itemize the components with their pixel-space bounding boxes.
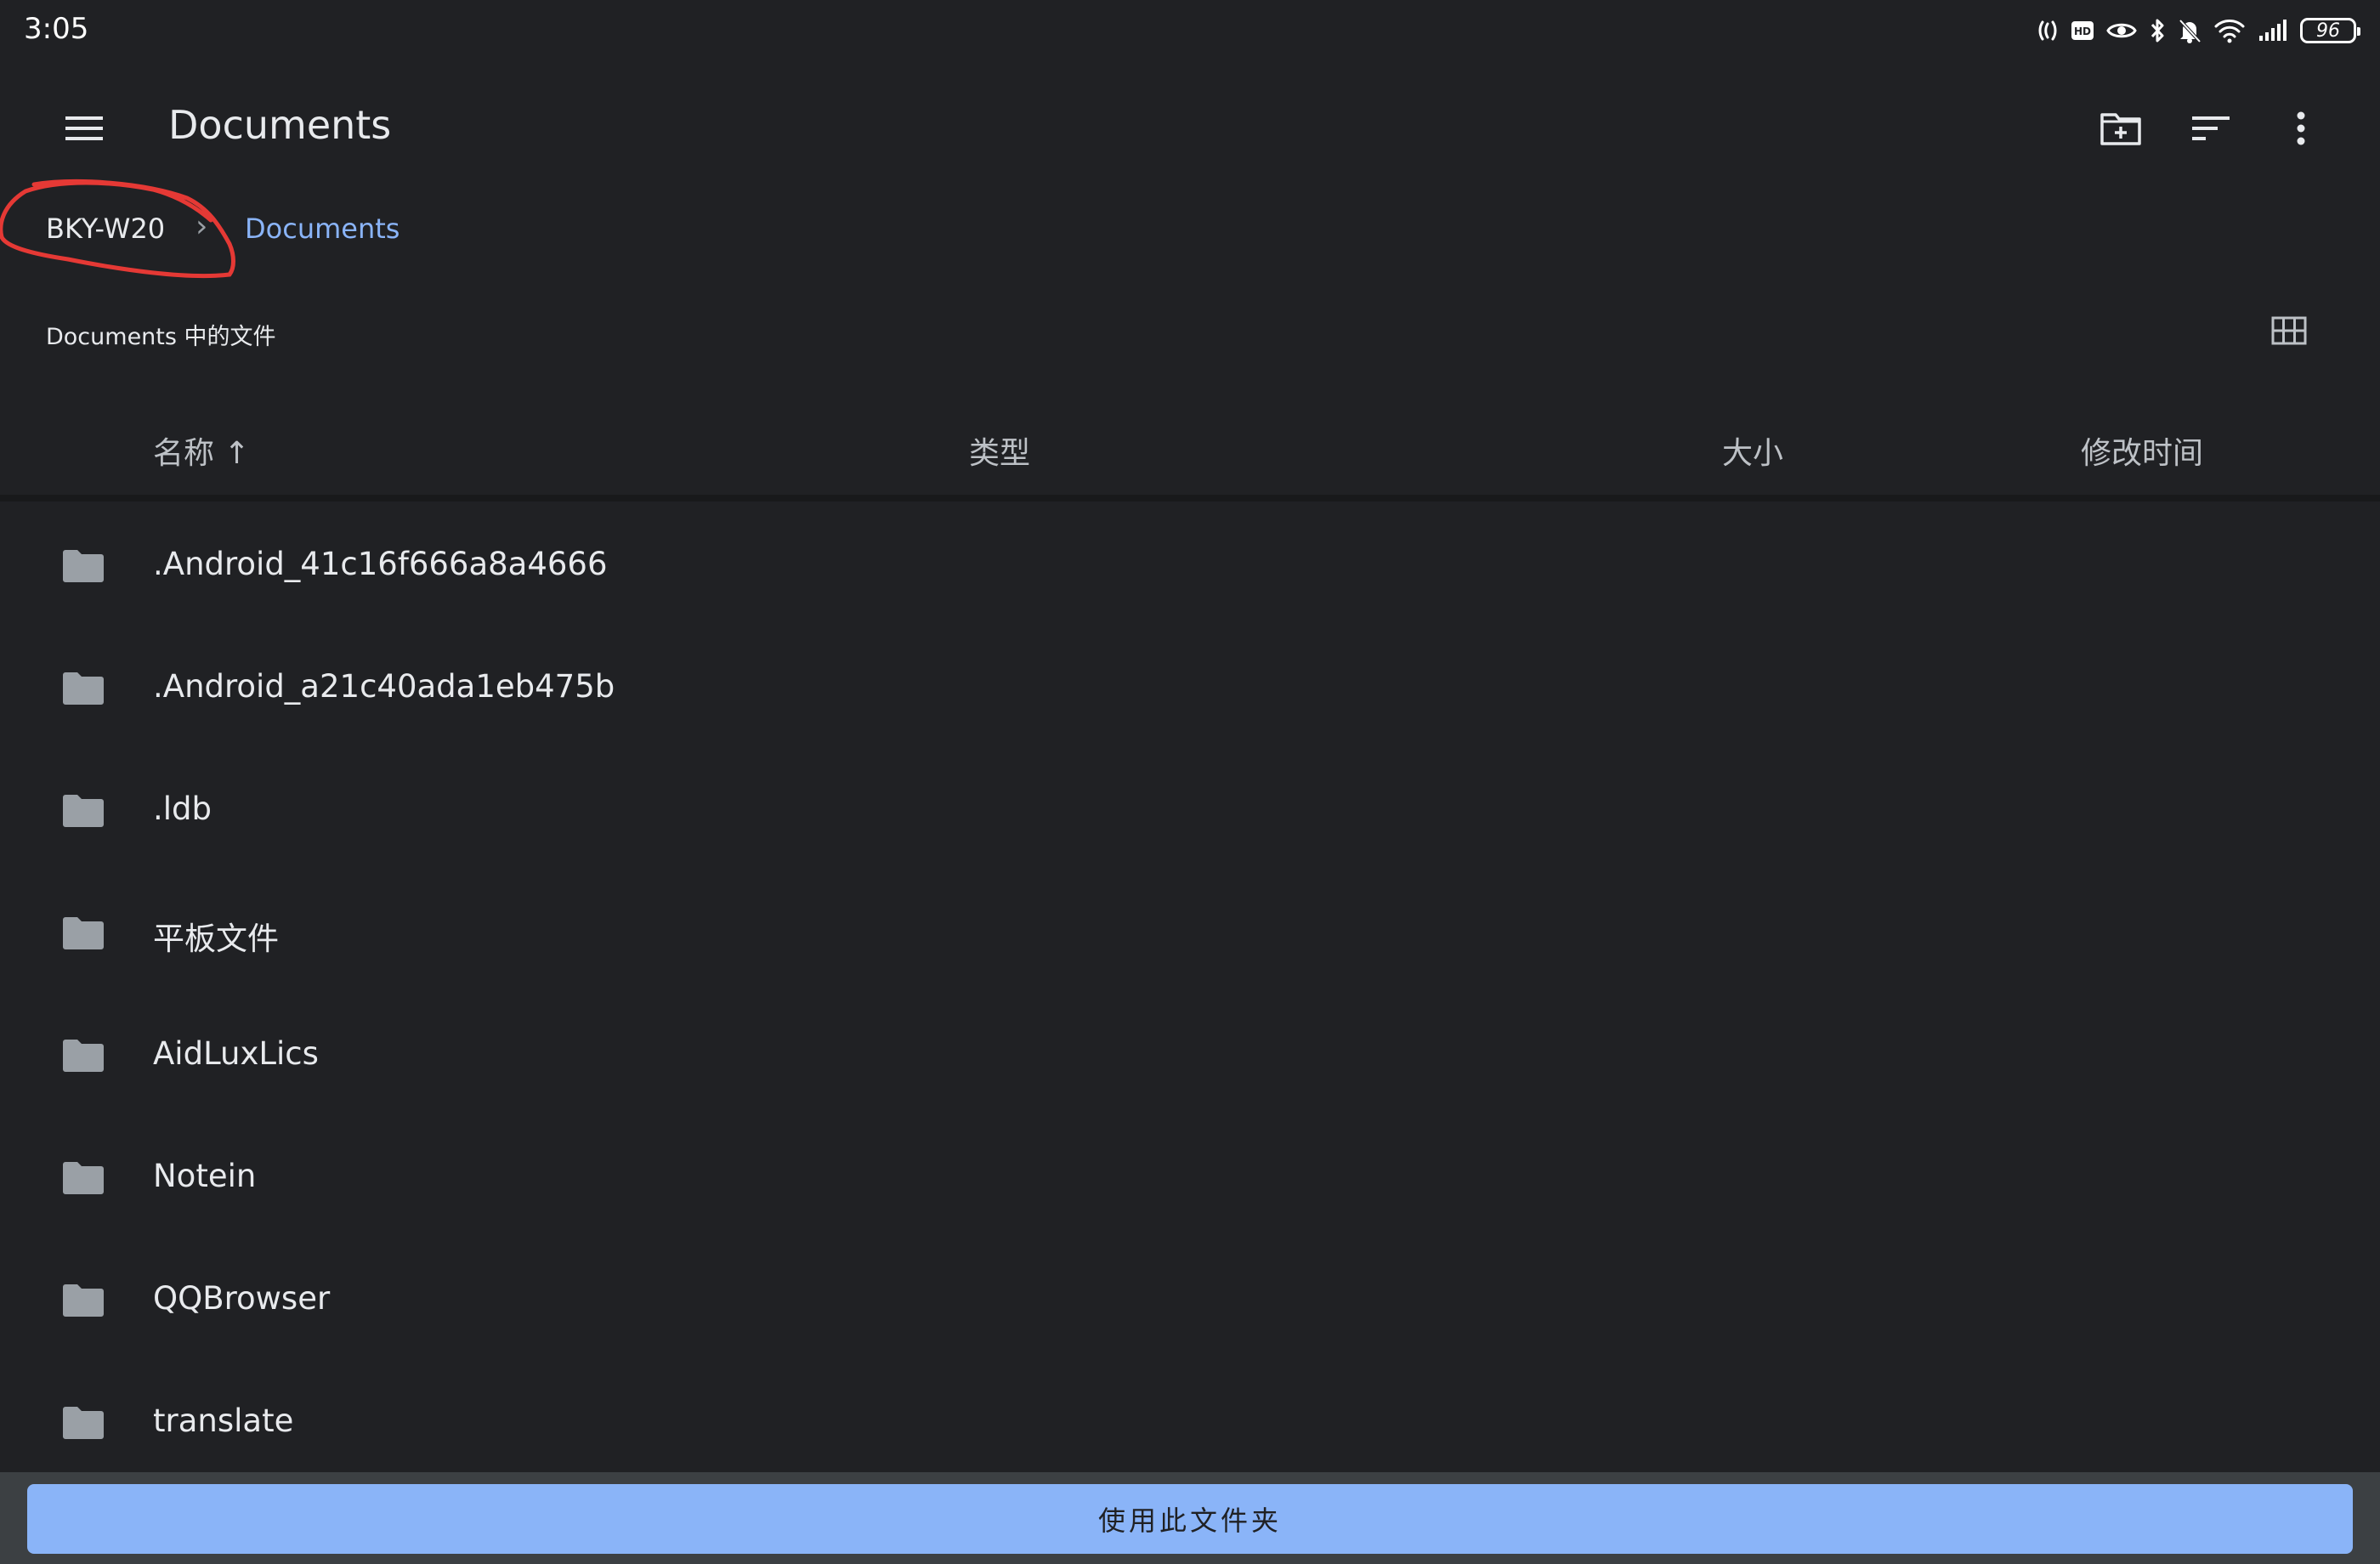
file-row[interactable]: .Android_41c16f666a8a4666 <box>0 505 2380 627</box>
breadcrumb-separator: › <box>196 209 208 244</box>
column-name[interactable]: 名称 ↑ <box>153 428 250 473</box>
file-row[interactable]: Notein <box>0 1117 2380 1239</box>
page-title: Documents <box>168 102 392 148</box>
folder-icon <box>63 672 104 705</box>
svg-text:HD: HD <box>2074 26 2091 37</box>
new-folder-icon <box>2100 113 2141 145</box>
file-name: 平板文件 <box>153 921 279 957</box>
column-modified[interactable]: 修改时间 <box>2081 428 2203 473</box>
battery-level: 96 <box>2316 20 2340 42</box>
file-name: AidLuxLics <box>153 1035 319 1072</box>
sort-button[interactable] <box>2176 94 2246 163</box>
hd-icon: HD <box>2071 21 2094 40</box>
folder-icon <box>63 1040 104 1072</box>
file-row[interactable]: AidLuxLics <box>0 994 2380 1117</box>
menu-button[interactable] <box>49 94 119 163</box>
status-icons: HD 96 <box>2037 14 2360 48</box>
grid-view-toggle[interactable] <box>2268 309 2310 352</box>
breadcrumb-root[interactable]: BKY-W20 <box>46 212 165 245</box>
grid-view-icon <box>2271 316 2307 345</box>
bluetooth-icon <box>2150 19 2164 42</box>
top-app-bar: Documents <box>0 76 2380 170</box>
section-title: Documents 中的文件 <box>46 324 276 350</box>
bell-off-icon <box>2179 19 2202 43</box>
file-row[interactable]: QQBrowser <box>0 1239 2380 1362</box>
more-options-button[interactable] <box>2266 94 2336 163</box>
file-row[interactable]: 平板文件 <box>0 872 2380 994</box>
wifi-icon <box>2214 20 2245 43</box>
sort-icon <box>2192 116 2230 140</box>
file-name: QQBrowser <box>153 1280 331 1317</box>
file-name: Notein <box>153 1158 257 1194</box>
column-size[interactable]: 大小 <box>1722 428 1783 473</box>
folder-icon <box>63 917 104 949</box>
eye-icon <box>2106 23 2137 38</box>
file-row[interactable]: .Android_a21c40ada1eb475b <box>0 627 2380 750</box>
bottom-bar: 使用此文件夹 <box>0 1472 2380 1564</box>
menu-icon <box>65 116 103 140</box>
folder-icon <box>63 550 104 582</box>
file-row[interactable]: translate <box>0 1362 2380 1484</box>
status-bar: 3:05 HD 96 <box>0 0 2380 61</box>
file-name: .ldb <box>153 790 212 827</box>
breadcrumb-current[interactable]: Documents <box>245 212 400 245</box>
status-time: 3:05 <box>24 12 89 46</box>
file-row[interactable]: .ldb <box>0 750 2380 872</box>
folder-icon <box>63 1407 104 1439</box>
nfc-icon <box>2038 20 2057 41</box>
more-vert-icon <box>2297 111 2305 145</box>
new-folder-button[interactable] <box>2086 94 2156 163</box>
breadcrumb: BKY-W20 › Documents <box>0 204 850 255</box>
signal-icon <box>2259 20 2286 41</box>
column-type[interactable]: 类型 <box>969 428 1030 473</box>
file-name: .Android_41c16f666a8a4666 <box>153 546 608 582</box>
folder-icon <box>63 795 104 827</box>
file-name: .Android_a21c40ada1eb475b <box>153 668 615 705</box>
use-this-folder-button[interactable]: 使用此文件夹 <box>27 1484 2353 1554</box>
file-name: translate <box>153 1402 294 1439</box>
folder-icon <box>63 1162 104 1194</box>
file-list: .Android_41c16f666a8a4666 .Android_a21c4… <box>0 505 2380 1484</box>
battery-indicator: 96 <box>2300 18 2360 43</box>
column-header: 名称 ↑ 类型 大小 修改时间 <box>0 400 2380 502</box>
folder-icon <box>63 1284 104 1317</box>
file-picker-screen: 3:05 HD 96 Documents BKY-W20 › Documents… <box>0 0 2380 1564</box>
